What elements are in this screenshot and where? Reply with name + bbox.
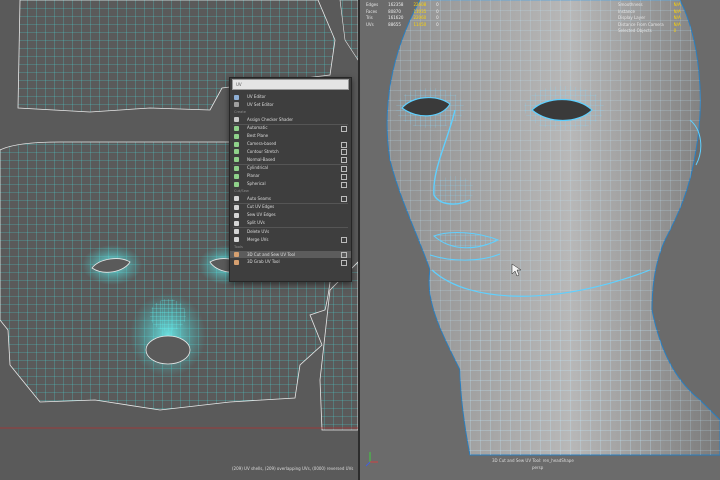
menu-item-assign-checker-shader[interactable]: Assign Checker Shader	[230, 116, 351, 124]
menu-item-label: Split UVs	[247, 220, 265, 226]
hud-poly-count: Edges 162358 22608 0 Faces 80870 11035 0 Tris 161…	[366, 2, 449, 28]
menu-item-merge-uvs[interactable]: Merge UVs	[230, 236, 351, 244]
camera-based-icon	[234, 141, 239, 147]
menu-item-label: Spherical	[247, 181, 266, 187]
poly-count-c: 0	[436, 21, 439, 27]
checker-icon	[234, 117, 239, 123]
sew-uv-icon	[234, 212, 239, 218]
merge-uv-icon	[234, 237, 239, 243]
menu-item-label: Cut UV Edges	[247, 204, 275, 210]
viewport-panel[interactable]: 3D Cut and Sew UV Tool: ren_headShape pe…	[360, 0, 720, 480]
menu-item-label: Auto Seams	[247, 195, 271, 201]
option-box-icon[interactable]	[341, 237, 347, 244]
poly-count-a: 88655	[388, 21, 401, 27]
menu-section-header: Create	[234, 109, 246, 114]
poly-count-b: 11450	[413, 21, 427, 27]
uv-status-text: (209) UV shells, (209) overlapping UVs, …	[232, 466, 354, 471]
cylindrical-icon	[234, 165, 239, 171]
menu-item-label: Best Plane	[247, 133, 269, 139]
menu-item-3d-grab-uv-tool[interactable]: 3D Grab UV Tool	[230, 258, 351, 266]
object-detail-row: Selected Objects 0	[618, 28, 691, 35]
option-box-icon[interactable]	[341, 125, 347, 132]
option-box-icon[interactable]	[341, 165, 347, 172]
auto-seams-icon	[234, 196, 239, 202]
menu-item-delete-uvs[interactable]: Delete UVs	[230, 228, 351, 236]
menu-item-normal-based[interactable]: Normal-Based	[230, 156, 351, 164]
menu-item-uv-set-editor[interactable]: UV Set Editor	[230, 101, 351, 109]
menu-item-split-uvs[interactable]: Split UVs	[230, 219, 351, 227]
menu-item-cut-uv-edges[interactable]: Cut UV Edges	[230, 203, 351, 211]
object-detail-value: 0	[673, 28, 677, 33]
poly-count-table: Edges 162358 22608 0 Faces 80870 11035 0 Tris 161…	[366, 2, 449, 28]
grab-uv-tool-icon	[234, 259, 239, 265]
normal-based-icon	[234, 157, 239, 163]
split-uv-icon	[234, 220, 239, 226]
menu-item-label: UV Set Editor	[247, 101, 274, 107]
planar-icon	[234, 173, 239, 179]
object-details-table: Smoothness N/A Instance N/A Display Layer N/A…	[618, 2, 691, 35]
menu-item-label: Contour Stretch	[247, 148, 279, 154]
menu-item-label: UV Editor	[247, 94, 266, 99]
menu-item-automatic[interactable]: Automatic	[230, 124, 351, 132]
cut-sew-tool-icon	[234, 252, 239, 258]
uv-marking-menu[interactable]: UV UV Editor UV Set Editor Create Assign Ch…	[229, 77, 352, 282]
menu-item-contour-stretch[interactable]: Contour Stretch	[230, 148, 351, 156]
option-box-icon[interactable]	[341, 259, 347, 266]
menu-item-label: Normal-Based	[247, 156, 276, 162]
uv-editor-icon	[234, 94, 239, 100]
menu-item-spherical[interactable]: Spherical	[230, 180, 351, 188]
contour-stretch-icon	[234, 149, 239, 155]
menu-item-label: Delete UVs	[247, 228, 270, 234]
hud-object-details: Smoothness N/A Instance N/A Display Layer N/A…	[618, 2, 691, 35]
menu-item-camera-based[interactable]: Camera-based	[230, 140, 351, 148]
uv-set-editor-icon	[234, 102, 239, 108]
menu-item-label: Camera-based	[247, 141, 277, 147]
menu-item-list: UV Editor UV Set Editor Create Assign Check…	[230, 93, 351, 266]
menu-section-header: Cut/Sew	[234, 188, 249, 193]
menu-item-uv-editor[interactable]: UV Editor	[230, 93, 351, 101]
menu-item-sew-uv-edges[interactable]: Sew UV Edges	[230, 211, 351, 219]
menu-item-auto-seams[interactable]: Auto Seams	[230, 195, 351, 203]
menu-item-label: 3D Cut and Sew UV Tool	[247, 251, 296, 257]
poly-count-row: UVs 88655 11450 0	[366, 22, 449, 29]
menu-item-label: Cylindrical	[247, 165, 268, 171]
automatic-map-icon	[234, 125, 239, 131]
menu-search-field[interactable]: UV	[232, 79, 349, 90]
object-detail-label: Selected Objects	[618, 28, 652, 33]
menu-item-label: Assign Checker Shader	[247, 116, 294, 122]
best-plane-icon	[234, 133, 239, 139]
menu-item-label: Sew UV Edges	[247, 212, 276, 218]
viewport-canvas[interactable]	[360, 0, 720, 480]
option-box-icon[interactable]	[341, 252, 347, 259]
option-box-icon[interactable]	[341, 141, 347, 148]
menu-item-best-plane[interactable]: Best Plane	[230, 132, 351, 140]
viewport-tool-status: 3D Cut and Sew UV Tool: ren_headShape	[492, 458, 574, 463]
option-box-icon[interactable]	[341, 157, 347, 164]
option-box-icon[interactable]	[341, 149, 347, 156]
cut-uv-icon	[234, 204, 239, 210]
menu-section-header: Tools	[234, 244, 243, 249]
menu-item-label: Merge UVs	[247, 236, 269, 242]
uv-mouth-hole	[145, 335, 191, 365]
menu-item-label: Planar	[247, 173, 260, 179]
delete-uv-icon	[234, 229, 239, 235]
viewport-camera-label: persp	[532, 465, 544, 470]
menu-item-3d-cut-and-sew-uv-tool[interactable]: 3D Cut and Sew UV Tool	[230, 250, 351, 259]
option-box-icon[interactable]	[341, 173, 347, 180]
option-box-icon[interactable]	[341, 196, 347, 203]
spherical-icon	[234, 181, 239, 187]
poly-count-label: UVs	[366, 21, 374, 27]
menu-item-planar[interactable]: Planar	[230, 172, 351, 180]
menu-item-label: 3D Grab UV Tool	[247, 259, 280, 265]
menu-item-label: Automatic	[247, 125, 268, 131]
axis-gizmo-icon	[365, 452, 378, 467]
option-box-icon[interactable]	[341, 181, 347, 188]
menu-item-cylindrical[interactable]: Cylindrical	[230, 164, 351, 172]
